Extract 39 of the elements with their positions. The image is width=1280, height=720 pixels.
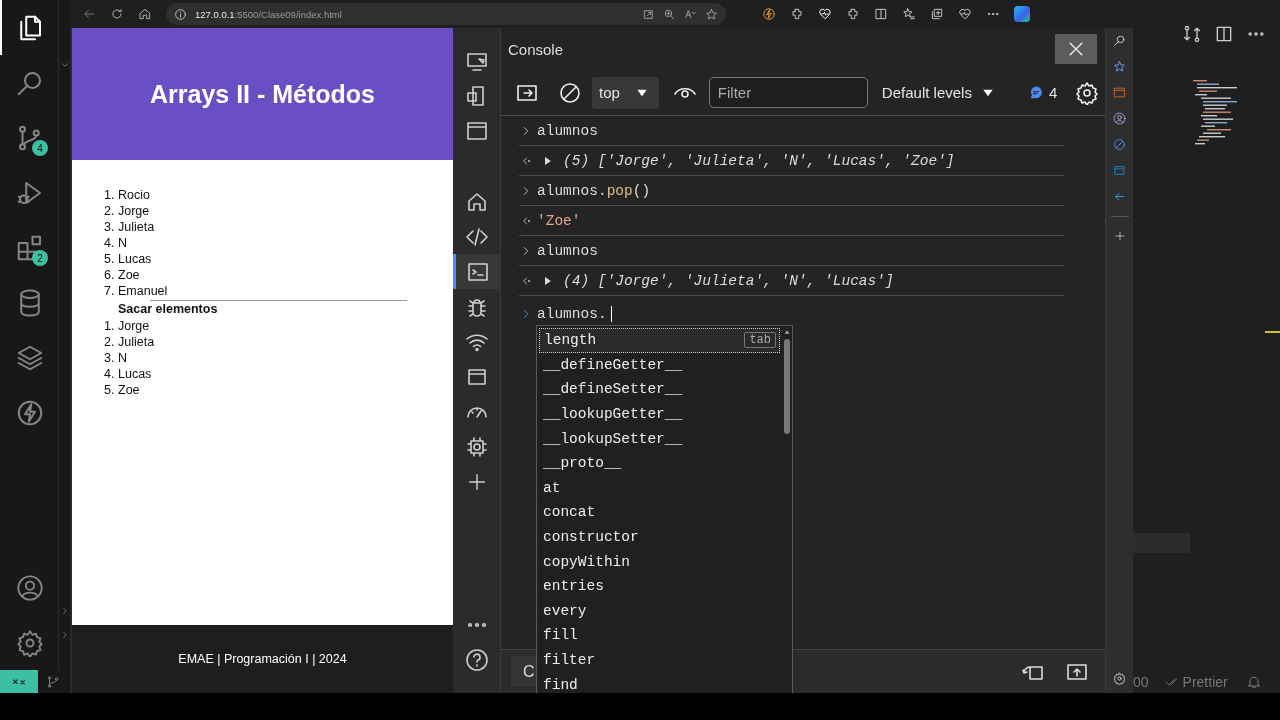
count-badge: 4 — [32, 140, 48, 156]
list-number: 4. — [104, 366, 116, 382]
list-number: 3. — [104, 219, 116, 235]
count-badge: 2 — [32, 250, 48, 266]
list-number: 4. — [104, 235, 116, 251]
list-number: 2. — [104, 203, 116, 219]
list-item: Zoe — [118, 267, 140, 283]
list-item: Jorge — [118, 318, 150, 334]
list-number: 5. — [104, 382, 116, 398]
key-hint: tab — [744, 332, 776, 349]
command-text: alumnos.pop() — [537, 182, 651, 199]
list-item: Zoe — [118, 382, 140, 398]
list-number: 2. — [104, 334, 116, 350]
list-item: Emanuel — [118, 283, 168, 299]
page-title: Arrays II - Métodos — [149, 79, 376, 109]
list-number: 1. — [104, 318, 116, 334]
list-item: N — [118, 350, 128, 366]
list-item: Lucas — [118, 251, 152, 267]
list-item: Jorge — [118, 203, 150, 219]
list-number: 6. — [104, 267, 116, 283]
list-number: 3. — [104, 350, 116, 366]
footer-text: EMAE | Programación I | 2024 — [178, 652, 347, 666]
list-number: 5. — [104, 251, 116, 267]
section-title: Sacar elementos — [118, 302, 218, 316]
command-text: alumnos — [537, 242, 598, 259]
list-item: N — [118, 235, 128, 251]
list-item: Julieta — [118, 219, 155, 235]
list-number: 1. — [104, 187, 116, 203]
command-text: alumnos — [537, 122, 598, 139]
list-item: Rocio — [118, 187, 150, 203]
list-item: Lucas — [118, 366, 152, 382]
console-output: (4) ['Jorge', 'Julieta', 'N', 'Lucas'] — [563, 272, 894, 289]
message-count: 4 — [1048, 84, 1058, 101]
list-item: Julieta — [118, 334, 155, 350]
console-output: (5) ['Jorge', 'Julieta', 'N', 'Lucas', 'Zoe'] — [563, 152, 955, 169]
panel-title: Console — [508, 40, 565, 58]
list-number: 7. — [104, 283, 116, 299]
console-output: 'Zoe' — [537, 212, 581, 229]
status-text: 00 — [1133, 673, 1149, 690]
